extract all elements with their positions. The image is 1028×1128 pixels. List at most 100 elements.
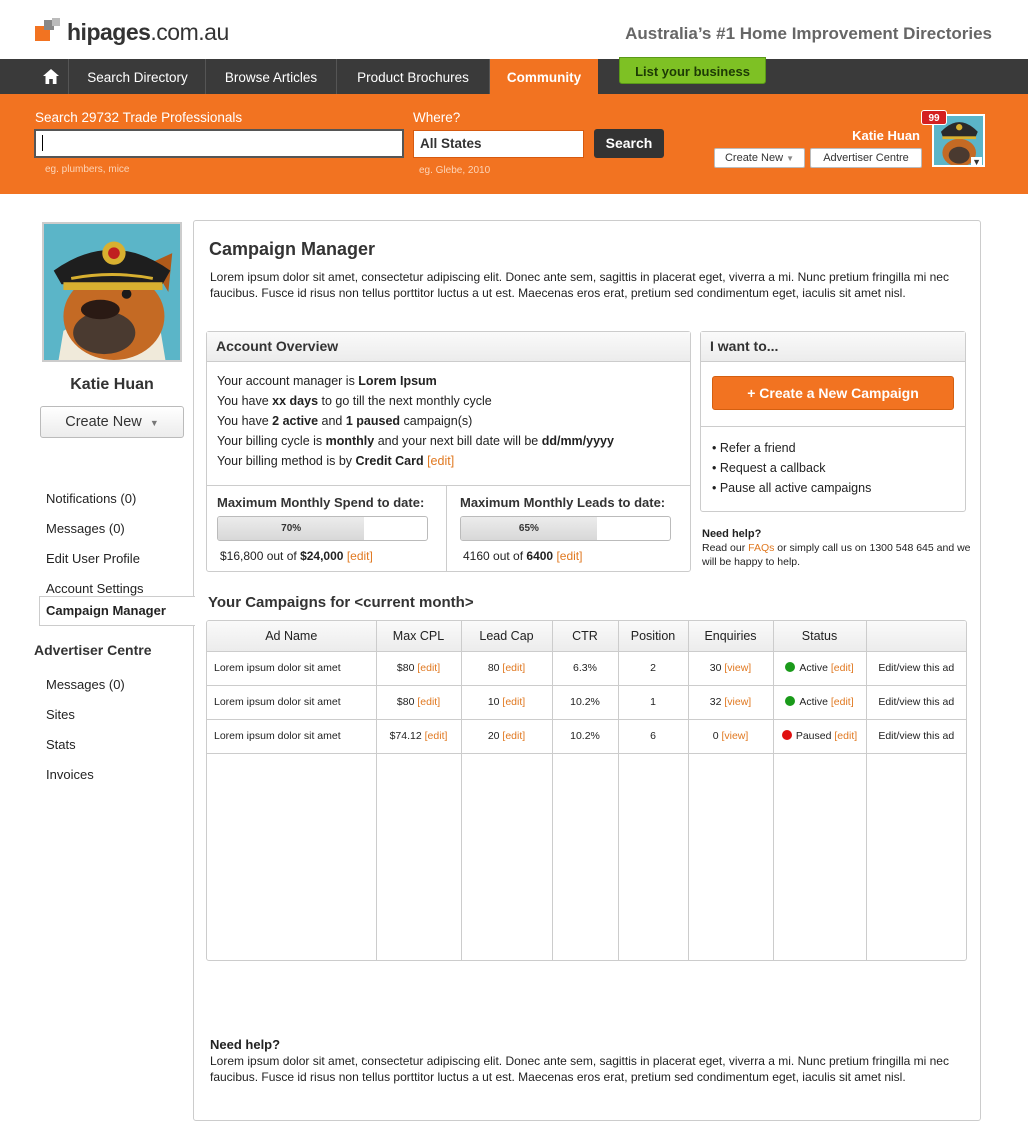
nav-product-brochures[interactable]: Product Brochures xyxy=(337,59,490,94)
advertiser-centre-button[interactable]: Advertiser Centre xyxy=(810,148,922,168)
ad-name: Lorem ipsum dolor sit amet xyxy=(207,651,377,686)
i-want-to-title: I want to... xyxy=(701,332,965,362)
col-lead-cap[interactable]: Lead Cap xyxy=(461,621,553,652)
table-row: Lorem ipsum dolor sit amet $80 [edit] 10… xyxy=(207,685,966,720)
account-overview-lines: Your account manager is Lorem Ipsum You … xyxy=(217,374,614,468)
sidebar-item-notifications[interactable]: Notifications (0) xyxy=(46,491,136,506)
help-bottom-title: Need help? xyxy=(210,1037,281,1052)
status-edit-link[interactable]: [edit] xyxy=(831,696,854,708)
where-input[interactable]: All States xyxy=(413,130,584,158)
col-enquiries[interactable]: Enquiries xyxy=(688,621,774,652)
position-value: 6 xyxy=(618,719,689,754)
cpl-edit-link[interactable]: [edit] xyxy=(425,730,448,742)
nav-community[interactable]: Community xyxy=(490,59,598,94)
col-position[interactable]: Position xyxy=(618,621,689,652)
request-callback-link[interactable]: • Request a callback xyxy=(712,458,871,478)
campaigns-title: Your Campaigns for <current month> xyxy=(208,594,474,611)
search-input[interactable] xyxy=(34,129,404,158)
refer-friend-link[interactable]: • Refer a friend xyxy=(712,438,871,458)
ctr-value: 10.2% xyxy=(552,719,619,754)
sidebar-item-messages[interactable]: Messages (0) xyxy=(46,521,125,536)
billing-method: Credit Card xyxy=(355,454,424,468)
leads-edit-link[interactable]: [edit] xyxy=(556,549,582,563)
main-nav: Search Directory Browse Articles Product… xyxy=(0,59,1028,94)
sidebar-item-invoices[interactable]: Invoices xyxy=(46,767,94,782)
cpl-edit-link[interactable]: [edit] xyxy=(417,696,440,708)
nav-search-directory[interactable]: Search Directory xyxy=(70,59,206,94)
list-business-button[interactable]: List your business xyxy=(619,57,766,84)
col-ad-name[interactable]: Ad Name xyxy=(207,621,377,652)
days-left: xx days xyxy=(272,394,319,408)
header-user-name[interactable]: Katie Huan xyxy=(852,128,920,143)
account-manager: Lorem Ipsum xyxy=(358,374,437,388)
col-max-cpl[interactable]: Max CPL xyxy=(376,621,462,652)
pause-campaigns-link[interactable]: • Pause all active campaigns xyxy=(712,478,871,498)
caret-down-icon: ▼ xyxy=(149,418,159,428)
logo-text-bold: hipages xyxy=(67,18,151,45)
status-edit-link[interactable]: [edit] xyxy=(834,730,857,742)
leads-meter-fill: 65% xyxy=(461,517,597,540)
spend-meter: 70% xyxy=(217,516,428,541)
table-empty-space xyxy=(207,753,966,960)
logo-text-rest: .com.au xyxy=(150,18,229,45)
site-header: hipages.com.au Australia’s #1 Home Impro… xyxy=(0,0,1028,59)
divider xyxy=(701,426,965,427)
notification-badge[interactable]: 99 xyxy=(921,110,947,125)
status-edit-link[interactable]: [edit] xyxy=(831,662,854,674)
cap-edit-link[interactable]: [edit] xyxy=(502,730,525,742)
campaigns-table: Ad Name Max CPL Lead Cap CTR Position En… xyxy=(206,620,967,961)
profile-avatar[interactable] xyxy=(42,222,182,362)
sidebar-item-account-settings[interactable]: Account Settings xyxy=(46,581,144,596)
position-value: 2 xyxy=(618,651,689,686)
avatar-dropdown-icon[interactable]: ▼ xyxy=(971,157,982,165)
nav-browse-articles[interactable]: Browse Articles xyxy=(206,59,337,94)
status-paused-icon xyxy=(781,730,792,740)
sidebar-item-edit-profile[interactable]: Edit User Profile xyxy=(46,551,140,566)
advertiser-centre-heading: Advertiser Centre xyxy=(34,642,152,658)
ctr-value: 6.3% xyxy=(552,651,619,686)
status-active-icon xyxy=(785,662,796,672)
faqs-link[interactable]: FAQs xyxy=(748,542,774,554)
next-bill-date: dd/mm/yyyy xyxy=(541,434,614,448)
enquiries-view-link[interactable]: [view] xyxy=(724,662,751,674)
header-create-new-button[interactable]: Create New ▼ xyxy=(714,148,805,168)
ad-name: Lorem ipsum dolor sit amet xyxy=(207,719,377,754)
sidebar-item-stats[interactable]: Stats xyxy=(46,737,76,752)
profile-name: Katie Huan xyxy=(70,376,154,393)
create-campaign-button[interactable]: + Create a New Campaign xyxy=(712,376,954,410)
edit-view-ad-link[interactable]: Edit/view this ad xyxy=(866,685,966,720)
col-ctr[interactable]: CTR xyxy=(552,621,619,652)
edit-view-ad-link[interactable]: Edit/view this ad xyxy=(866,651,966,686)
edit-view-ad-link[interactable]: Edit/view this ad xyxy=(866,719,966,754)
divider xyxy=(446,485,447,571)
search-band: Search 29732 Trade Professionals eg. plu… xyxy=(0,94,1028,194)
leads-label: Maximum Monthly Leads to date: xyxy=(460,495,666,510)
help-small-title: Need help? xyxy=(702,528,762,540)
sidebar-item-adv-messages[interactable]: Messages (0) xyxy=(46,677,125,692)
col-status[interactable]: Status xyxy=(773,621,867,652)
i-want-to-list: • Refer a friend • Request a callback • … xyxy=(712,438,871,498)
search-button[interactable]: Search xyxy=(594,129,664,158)
cap-edit-link[interactable]: [edit] xyxy=(502,696,525,708)
intro-text: Lorem ipsum dolor sit amet, consectetur … xyxy=(210,270,949,300)
spend-edit-link[interactable]: [edit] xyxy=(347,549,373,563)
search-label: Search 29732 Trade Professionals xyxy=(35,110,243,125)
leads-meter: 65% xyxy=(460,516,671,541)
nav-home[interactable] xyxy=(33,59,69,94)
divider xyxy=(207,485,690,486)
caret-down-icon: ▼ xyxy=(786,154,795,163)
page-title: Campaign Manager xyxy=(209,239,376,259)
sidebar-item-campaign-manager[interactable]: Campaign Manager xyxy=(39,596,195,626)
bulldog-portrait-icon xyxy=(44,224,180,360)
table-row: Lorem ipsum dolor sit amet $80 [edit] 80… xyxy=(207,651,966,686)
enquiries-view-link[interactable]: [view] xyxy=(724,696,751,708)
cpl-edit-link[interactable]: [edit] xyxy=(417,662,440,674)
create-new-button[interactable]: Create New ▼ xyxy=(40,406,184,438)
sidebar-item-sites[interactable]: Sites xyxy=(46,707,75,722)
billing-method-edit-link[interactable]: [edit] xyxy=(427,454,454,468)
logo[interactable]: hipages.com.au xyxy=(35,18,229,46)
text-cursor xyxy=(42,135,43,151)
enquiries-view-link[interactable]: [view] xyxy=(721,730,748,742)
cap-edit-link[interactable]: [edit] xyxy=(502,662,525,674)
where-hint: eg. Glebe, 2010 xyxy=(419,165,491,176)
